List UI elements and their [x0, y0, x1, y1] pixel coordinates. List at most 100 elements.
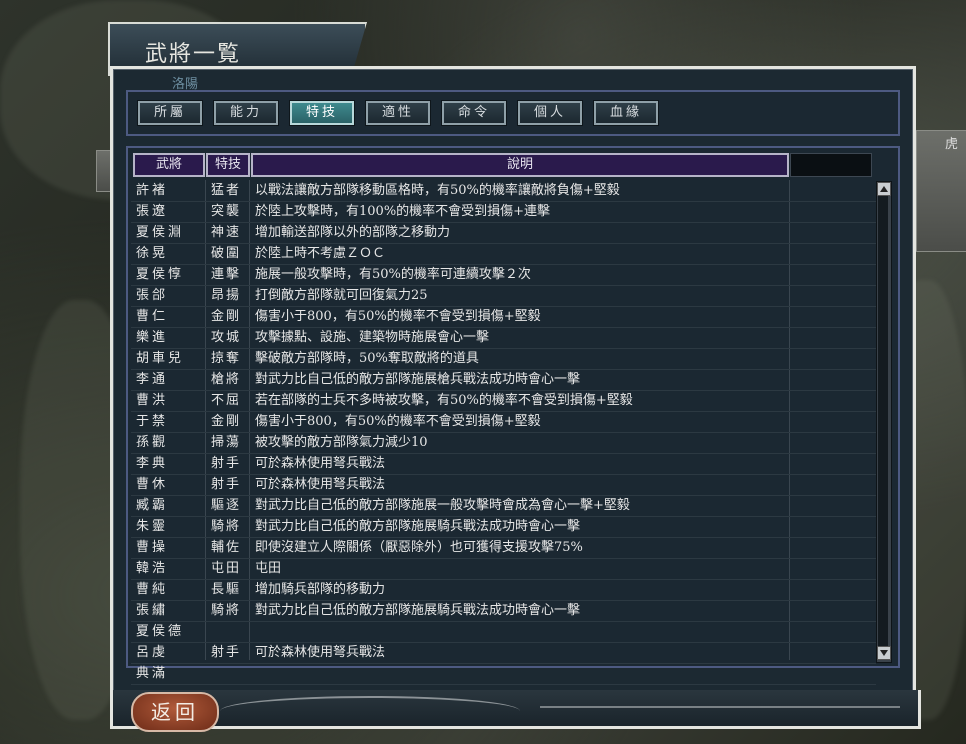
skill-name: 破圍	[211, 246, 242, 261]
scrollbar-thumb[interactable]	[878, 196, 888, 646]
tab-ability[interactable]: 能力	[213, 100, 279, 126]
table-row[interactable]: 張郃 昂揚 打倒敵方部隊就可回復氣力25	[131, 286, 876, 307]
officer-name: 曹純	[136, 582, 169, 597]
window-title: 武將一覧	[145, 42, 242, 67]
table-row[interactable]: 曹休 射手 可於森林使用弩兵戰法	[131, 475, 876, 496]
column-header-description[interactable]: 說明	[251, 153, 789, 177]
officer-name: 徐晃	[136, 246, 169, 261]
table-row[interactable]: 朱靈 騎將 對武力比自己低的敵方部隊施展騎兵戰法成功時會心一擊	[131, 517, 876, 538]
table-row[interactable]: 許褚 猛者 以戰法讓敵方部隊移動區格時，有50%的機率讓敵將負傷+堅毅	[131, 181, 876, 202]
table-row[interactable]: 孫觀 掃蕩 被攻擊的敵方部隊氣力減少10	[131, 433, 876, 454]
skill-description: 對武力比自己低的敵方部隊施展騎兵戰法成功時會心一擊	[255, 519, 581, 534]
skill-description: 擊破敵方部隊時，50%奪取敵將的道具	[255, 351, 479, 366]
column-header-skill[interactable]: 特技	[206, 153, 250, 177]
map-city[interactable]: 虎	[916, 130, 966, 252]
skill-name: 金剛	[211, 414, 242, 429]
table-row[interactable]: 夏侯惇 連擊 施展一般攻擊時，有50%的機率可連續攻擊２次	[131, 265, 876, 286]
skill-name: 輔佐	[211, 540, 242, 555]
skill-description: 增加騎兵部隊的移動力	[255, 582, 386, 597]
table-row[interactable]: 李通 槍將 對武力比自己低的敵方部隊施展槍兵戰法成功時會心一擊	[131, 370, 876, 391]
table-row[interactable]: 胡車兒 掠奪 擊破敵方部隊時，50%奪取敵將的道具	[131, 349, 876, 370]
tab-command[interactable]: 命令	[441, 100, 507, 126]
skill-name: 射手	[211, 456, 242, 471]
skill-description: 被攻擊的敵方部隊氣力減少10	[255, 435, 428, 450]
officer-name: 孫觀	[136, 435, 169, 450]
officer-name: 曹洪	[136, 393, 169, 408]
table-row[interactable]: 典滿	[131, 664, 876, 685]
column-header-empty	[790, 153, 872, 177]
city-label: 虎	[945, 137, 959, 152]
skill-name: 掃蕩	[211, 435, 242, 450]
officer-name: 曹休	[136, 477, 169, 492]
table-row[interactable]: 呂虔 射手 可於森林使用弩兵戰法	[131, 643, 876, 664]
skill-description: 可於森林使用弩兵戰法	[255, 456, 386, 471]
table-row[interactable]: 夏侯淵 神速 增加輸送部隊以外的部隊之移動力	[131, 223, 876, 244]
skill-name: 連擊	[211, 267, 242, 282]
back-button[interactable]: 返回	[131, 692, 219, 732]
table-row[interactable]: 于禁 金剛 傷害小于800，有50%的機率不會受到損傷+堅毅	[131, 412, 876, 433]
officer-name: 樂進	[136, 330, 169, 345]
skill-name: 金剛	[211, 309, 242, 324]
officer-name: 呂虔	[136, 645, 169, 660]
tab-affiliation[interactable]: 所屬	[137, 100, 203, 126]
cloud-ornament	[220, 696, 520, 726]
officer-name: 張遼	[136, 204, 169, 219]
table-row[interactable]: 張遼 突襲 於陸上攻擊時，有100%的機率不會受到損傷+連擊	[131, 202, 876, 223]
column-header-name[interactable]: 武將	[133, 153, 205, 177]
table-row[interactable]: 徐晃 破圍 於陸上時不考慮ＺＯＣ	[131, 244, 876, 265]
skill-description: 於陸上攻擊時，有100%的機率不會受到損傷+連擊	[255, 204, 551, 219]
officer-name: 曹仁	[136, 309, 169, 324]
tab-personal[interactable]: 個人	[517, 100, 583, 126]
officer-name: 胡車兒	[136, 351, 185, 366]
officer-name: 許褚	[136, 183, 169, 198]
table-row[interactable]: 臧霸 驅逐 對武力比自己低的敵方部隊施展一般攻擊時會成為會心一擊+堅毅	[131, 496, 876, 517]
scroll-up-icon[interactable]	[877, 182, 891, 196]
table-row[interactable]: 曹操 輔佐 即使沒建立人際關係（厭惡除外）也可獲得支援攻擊75%	[131, 538, 876, 559]
skill-name: 不屈	[211, 393, 242, 408]
table-row[interactable]: 李典 射手 可於森林使用弩兵戰法	[131, 454, 876, 475]
skill-name: 屯田	[211, 561, 242, 576]
officer-name: 臧霸	[136, 498, 169, 513]
officer-name: 夏侯淵	[136, 225, 185, 240]
officer-name: 李通	[136, 372, 169, 387]
skill-name: 昂揚	[211, 288, 242, 303]
skill-name: 驅逐	[211, 498, 242, 513]
skill-name: 掠奪	[211, 351, 242, 366]
table-row[interactable]: 夏侯德	[131, 622, 876, 643]
skill-name: 騎將	[211, 519, 242, 534]
skill-description: 可於森林使用弩兵戰法	[255, 645, 386, 660]
skill-description: 打倒敵方部隊就可回復氣力25	[255, 288, 428, 303]
skill-name: 騎將	[211, 603, 242, 618]
table-row[interactable]: 曹純 長驅 增加騎兵部隊的移動力	[131, 580, 876, 601]
table-row[interactable]: 張繡 騎將 對武力比自己低的敵方部隊施展騎兵戰法成功時會心一擊	[131, 601, 876, 622]
skill-description: 即使沒建立人際關係（厭惡除外）也可獲得支援攻擊75%	[255, 540, 583, 555]
officer-name: 于禁	[136, 414, 169, 429]
skill-name: 猛者	[211, 183, 242, 198]
officer-name: 李典	[136, 456, 169, 471]
officer-name: 夏侯惇	[136, 267, 185, 282]
officer-name: 張郃	[136, 288, 169, 303]
skill-description: 攻擊據點、設施、建築物時施展會心一擊	[255, 330, 490, 345]
tab-bloodline[interactable]: 血緣	[593, 100, 659, 126]
skill-name: 攻城	[211, 330, 242, 345]
table-row[interactable]: 樂進 攻城 攻擊據點、設施、建築物時施展會心一擊	[131, 328, 876, 349]
skill-description: 於陸上時不考慮ＺＯＣ	[255, 246, 386, 261]
skill-description: 對武力比自己低的敵方部隊施展一般攻擊時會成為會心一擊+堅毅	[255, 498, 630, 513]
table-row[interactable]: 曹洪 不屈 若在部隊的士兵不多時被攻擊，有50%的機率不會受到損傷+堅毅	[131, 391, 876, 412]
skill-name: 神速	[211, 225, 242, 240]
skill-name: 射手	[211, 645, 242, 660]
skill-description: 可於森林使用弩兵戰法	[255, 477, 386, 492]
scroll-down-icon[interactable]	[877, 646, 891, 660]
tab-aptitude[interactable]: 適性	[365, 100, 431, 126]
tab-skill[interactable]: 特技	[289, 100, 355, 126]
skill-description: 對武力比自己低的敵方部隊施展騎兵戰法成功時會心一擊	[255, 603, 581, 618]
table-row[interactable]: 韓浩 屯田 屯田	[131, 559, 876, 580]
officer-name: 韓浩	[136, 561, 169, 576]
skill-description: 施展一般攻擊時，有50%的機率可連續攻擊２次	[255, 267, 531, 282]
table-row[interactable]: 曹仁 金剛 傷害小于800，有50%的機率不會受到損傷+堅毅	[131, 307, 876, 328]
officer-rows: 許褚 猛者 以戰法讓敵方部隊移動區格時，有50%的機率讓敵將負傷+堅毅 張遼 突襲 於陸上…	[131, 181, 876, 685]
skill-description: 增加輸送部隊以外的部隊之移動力	[255, 225, 451, 240]
skill-description: 屯田	[255, 561, 282, 576]
officer-name: 典滿	[136, 666, 169, 681]
officer-name: 曹操	[136, 540, 169, 555]
